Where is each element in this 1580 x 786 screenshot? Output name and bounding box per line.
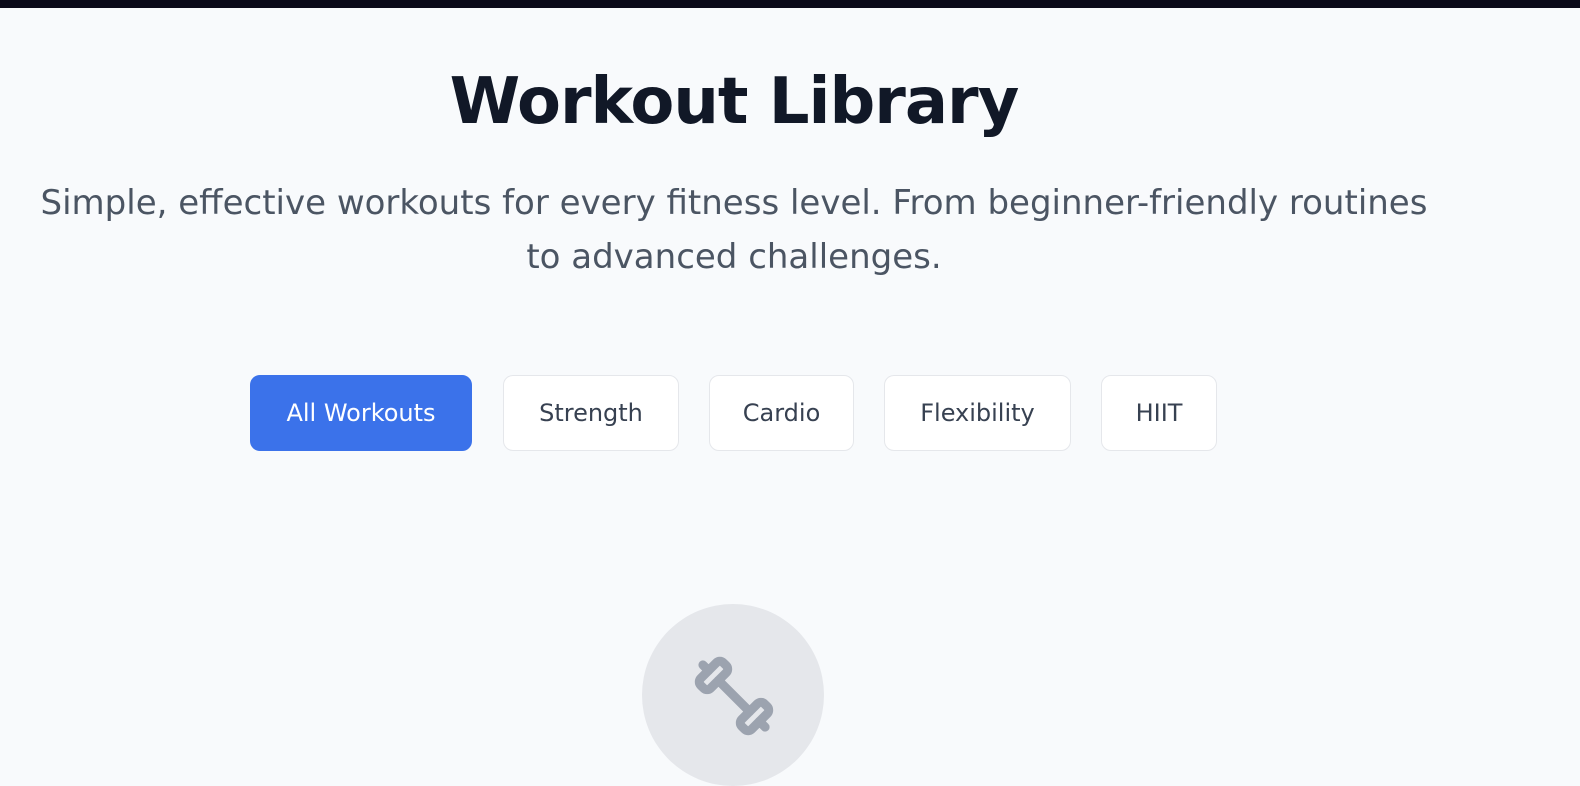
filter-flexibility-button[interactable]: Flexibility xyxy=(884,375,1071,451)
filter-cardio-button[interactable]: Cardio xyxy=(709,375,854,451)
filter-strength-button[interactable]: Strength xyxy=(503,375,679,451)
filter-all-workouts-button[interactable]: All Workouts xyxy=(250,375,472,451)
page-subtitle: Simple, effective workouts for every fit… xyxy=(0,176,1468,284)
page-title: Workout Library xyxy=(449,65,1020,139)
workout-filter-tabs: All Workouts Strength Cardio Flexibility… xyxy=(0,375,1580,451)
dumbbell-icon xyxy=(686,648,782,744)
filter-hiit-button[interactable]: HIIT xyxy=(1101,375,1217,451)
page-subtitle-line-2: to advanced challenges. xyxy=(526,237,942,277)
top-bar xyxy=(0,0,1580,8)
page-subtitle-line-1: Simple, effective workouts for every fit… xyxy=(40,183,1428,223)
